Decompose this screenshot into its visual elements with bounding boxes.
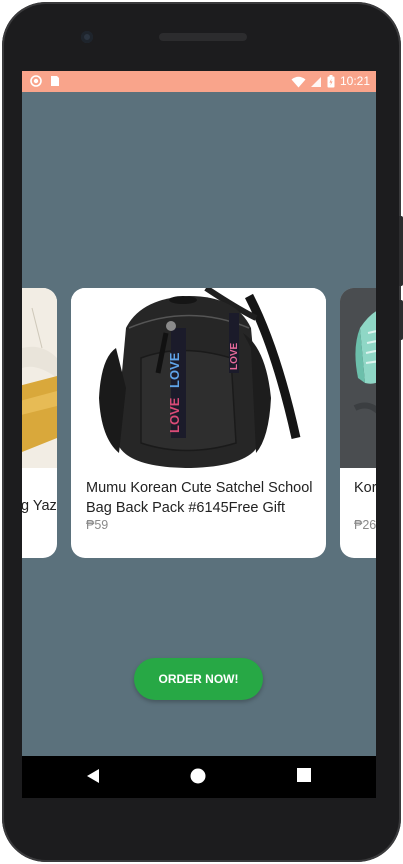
product-image (340, 288, 376, 468)
navigation-bar (22, 756, 376, 798)
home-icon[interactable] (190, 768, 206, 784)
volume-button (399, 216, 403, 286)
earpiece-speaker (159, 33, 247, 41)
product-title: Kor rub (354, 480, 376, 496)
power-button (399, 300, 403, 340)
product-card[interactable]: LOVE LOVE LOVE Mumu Korean Cute Satchel … (71, 288, 326, 558)
product-price: ₱59 (86, 518, 109, 532)
back-icon[interactable] (86, 768, 100, 784)
app-screen: 10:21 g Yazi (22, 71, 376, 756)
status-bar: 10:21 (22, 71, 376, 92)
recents-icon[interactable] (297, 768, 311, 782)
wifi-icon (291, 76, 306, 87)
order-now-button[interactable]: ORDER NOW! (134, 658, 263, 700)
product-title: g Yazi (22, 498, 57, 514)
product-card[interactable]: g Yazi (22, 288, 57, 558)
battery-icon (327, 75, 335, 88)
status-time: 10:21 (339, 74, 370, 88)
product-image: LOVE LOVE LOVE (71, 288, 326, 468)
signal-icon (310, 76, 321, 87)
product-card[interactable]: Kor rub ₱26 (340, 288, 376, 558)
record-icon (30, 75, 42, 87)
sim-icon (51, 76, 59, 86)
svg-text:LOVE: LOVE (167, 397, 182, 433)
svg-text:LOVE: LOVE (167, 352, 182, 388)
product-image (22, 288, 57, 468)
front-camera (81, 31, 93, 43)
svg-text:LOVE: LOVE (229, 342, 240, 370)
product-title: Mumu Korean Cute Satchel School Bag Back… (86, 480, 313, 516)
product-price: ₱26 (354, 518, 376, 532)
